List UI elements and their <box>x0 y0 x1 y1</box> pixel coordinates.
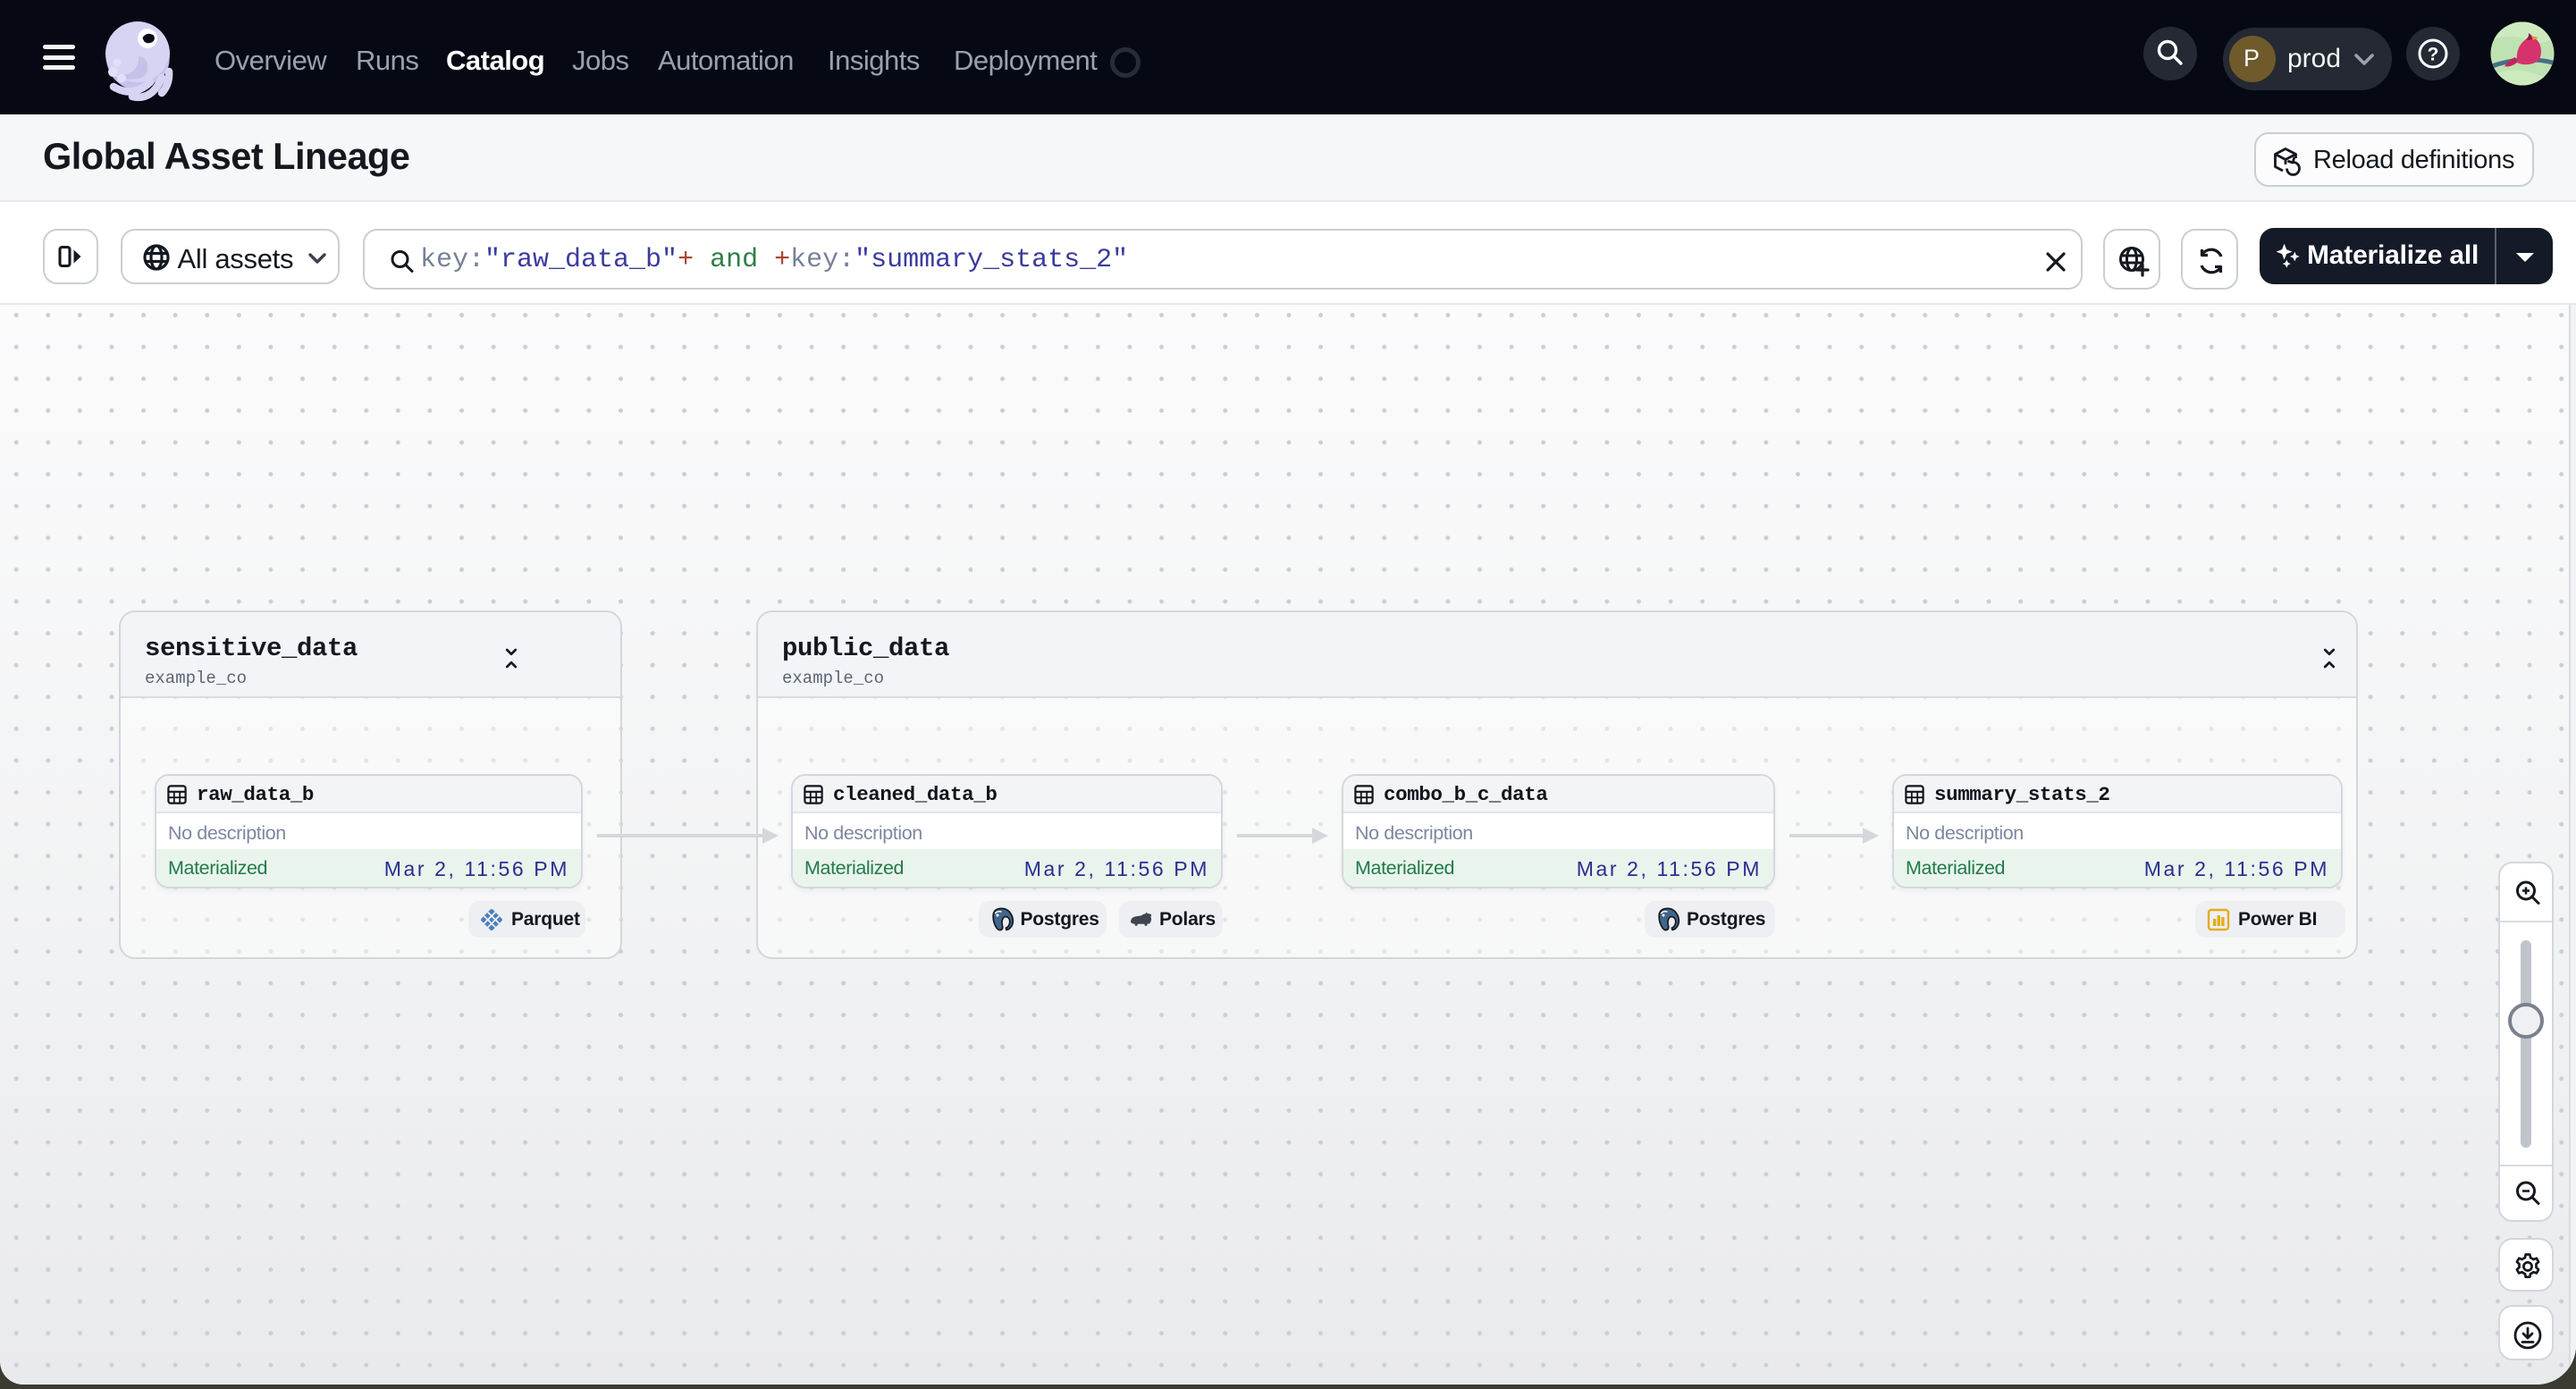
svg-text:?: ? <box>2428 45 2439 65</box>
